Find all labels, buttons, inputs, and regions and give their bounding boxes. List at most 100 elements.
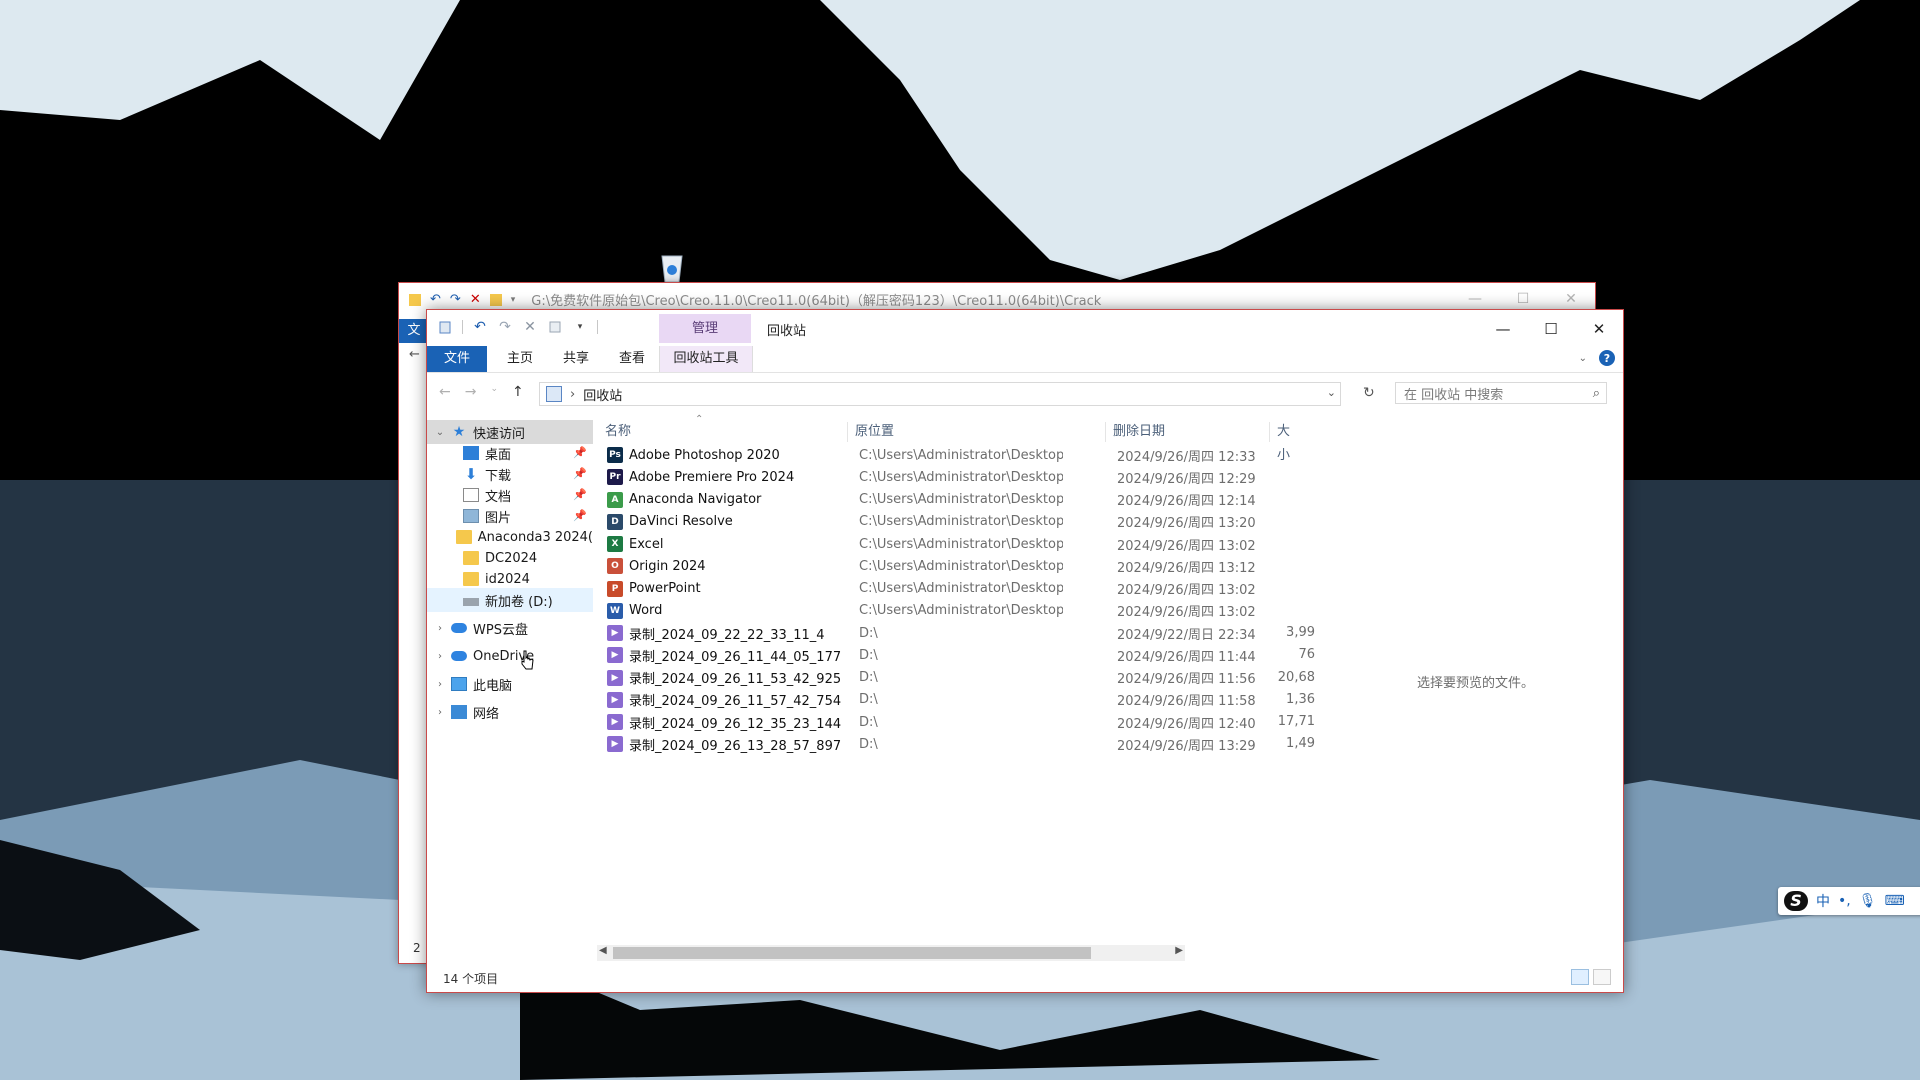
file-name[interactable]: ▶ 录制_2024_09_26_12_35_23_144: [607, 713, 845, 732]
scrollbar-thumb[interactable]: [613, 947, 1091, 959]
column-divider[interactable]: [1105, 422, 1106, 442]
address-bar[interactable]: › 回收站 ⌄: [539, 382, 1341, 406]
column-header-name[interactable]: 名称: [605, 420, 631, 444]
microphone-icon[interactable]: 🎙: [1859, 893, 1877, 909]
help-icon[interactable]: ?: [1599, 350, 1615, 366]
file-name[interactable]: D DaVinci Resolve: [607, 513, 845, 530]
column-header-location[interactable]: 原位置: [855, 420, 894, 444]
tab-file[interactable]: 文件: [427, 346, 487, 372]
column-header-size[interactable]: 大小: [1277, 420, 1290, 463]
recycle-bin-desktop-icon[interactable]: [658, 250, 686, 284]
nav-drive-d[interactable]: 新加卷 (D:): [427, 588, 593, 612]
minimize-button[interactable]: —: [1479, 310, 1527, 347]
up-arrow-icon[interactable]: ↑: [512, 384, 524, 400]
nav-wps-cloud[interactable]: › WPS云盘: [427, 616, 593, 640]
collapse-chevron-icon[interactable]: ⌄: [433, 427, 447, 438]
expand-chevron-icon[interactable]: ›: [433, 707, 447, 718]
file-name[interactable]: ▶ 录制_2024_09_26_11_53_42_925: [607, 668, 845, 687]
manage-context-tab[interactable]: 管理: [659, 314, 751, 343]
back-arrow-icon[interactable]: ←: [439, 384, 451, 400]
file-name-text: 录制_2024_09_22_22_33_11_4: [629, 627, 825, 643]
tab-share[interactable]: 共享: [553, 346, 599, 372]
search-icon[interactable]: ⌕: [1593, 386, 1600, 401]
nav-this-pc[interactable]: › 此电脑: [427, 672, 593, 696]
maximize-button[interactable]: ☐: [1527, 310, 1575, 347]
tab-home[interactable]: 主页: [497, 346, 543, 372]
file-original-location: C:\Users\Administrator\Desktop: [859, 603, 1063, 619]
customize-toolbar-icon[interactable]: ▾: [572, 319, 588, 335]
pin-icon[interactable]: 📌: [573, 509, 587, 522]
expand-chevron-icon[interactable]: ›: [433, 651, 447, 662]
large-icons-view-icon[interactable]: [1593, 969, 1611, 985]
dropdown-icon[interactable]: ▾: [511, 295, 516, 305]
new-folder-icon[interactable]: [489, 293, 502, 306]
file-row[interactable]: A Anaconda Navigator C:\Users\Administrato…: [607, 489, 1256, 511]
file-row[interactable]: ▶ 录制_2024_09_26_11_57_42_754 D:\ 2024/9/26/…: [607, 689, 1256, 711]
file-row[interactable]: ▶ 录制_2024_09_26_12_35_23_144 D:\ 2024/9/26/…: [607, 711, 1256, 733]
expand-chevron-icon[interactable]: ›: [433, 623, 447, 634]
file-row[interactable]: ▶ 录制_2024_09_26_13_28_57_897 D:\ 2024/9/26/…: [607, 733, 1256, 755]
delete-icon[interactable]: ✕: [522, 319, 538, 335]
scroll-right-icon[interactable]: ▶: [1175, 945, 1183, 956]
ime-mode[interactable]: 中: [1816, 891, 1830, 911]
undo-icon[interactable]: ↶: [430, 292, 441, 307]
file-row[interactable]: Pr Adobe Premiere Pro 2024 C:\Users\Admini…: [607, 466, 1256, 488]
tab-recycle-bin-tools[interactable]: 回收站工具: [659, 346, 753, 372]
column-header-date[interactable]: 删除日期: [1113, 420, 1165, 444]
file-name[interactable]: ▶ 录制_2024_09_26_11_57_42_754: [607, 690, 845, 709]
file-row[interactable]: X Excel C:\Users\Administrator\Desktop 2024…: [607, 533, 1256, 555]
nav-onedrive[interactable]: › OneDrive: [427, 644, 593, 668]
breadcrumb-current[interactable]: 回收站: [583, 385, 622, 404]
ime-toolbar[interactable]: S 中 •, 🎙 ⌨: [1778, 887, 1920, 915]
file-row[interactable]: O Origin 2024 C:\Users\Administrator\Deskt…: [607, 555, 1256, 577]
file-row[interactable]: ▶ 录制_2024_09_22_22_33_11_4 D:\ 2024/9/22/周日…: [607, 622, 1256, 644]
pin-icon[interactable]: 📌: [573, 446, 587, 459]
file-name[interactable]: O Origin 2024: [607, 558, 845, 575]
file-row[interactable]: Ps Adobe Photoshop 2020 C:\Users\Administr…: [607, 444, 1256, 466]
file-name[interactable]: Ps Adobe Photoshop 2020: [607, 447, 845, 463]
file-name[interactable]: A Anaconda Navigator: [607, 491, 845, 508]
file-row[interactable]: D DaVinci Resolve C:\Users\Administrator\D…: [607, 511, 1256, 533]
redo-icon[interactable]: ↷: [497, 319, 513, 335]
file-row[interactable]: ▶ 录制_2024_09_26_11_53_42_925 D:\ 2024/9/26/…: [607, 667, 1256, 689]
search-input[interactable]: 在 回收站 中搜索 ⌕: [1395, 382, 1607, 404]
expand-ribbon-icon[interactable]: ⌄: [1579, 353, 1587, 364]
redo-icon[interactable]: ↷: [450, 292, 461, 307]
file-name[interactable]: X Excel: [607, 536, 845, 552]
keyboard-icon[interactable]: ⌨: [1885, 893, 1905, 909]
file-name[interactable]: Pr Adobe Premiere Pro 2024: [607, 469, 845, 486]
file-name[interactable]: ▶ 录制_2024_09_22_22_33_11_4: [607, 624, 845, 643]
horizontal-scrollbar[interactable]: ◀ ▶: [597, 945, 1185, 961]
file-row[interactable]: P PowerPoint C:\Users\Administrator\Deskto…: [607, 578, 1256, 600]
refresh-icon[interactable]: ↻: [1363, 385, 1375, 401]
properties-icon[interactable]: [547, 319, 563, 335]
column-divider[interactable]: [847, 422, 848, 442]
details-view-icon[interactable]: [1571, 969, 1589, 985]
close-button[interactable]: ✕: [1575, 310, 1623, 347]
preview-pane-message: 选择要预览的文件。: [1417, 676, 1535, 691]
expand-chevron-icon[interactable]: ›: [433, 679, 447, 690]
recent-locations-icon[interactable]: ⌄: [490, 384, 498, 400]
pin-icon[interactable]: 📌: [573, 488, 587, 501]
column-divider[interactable]: [1269, 422, 1270, 442]
forward-arrow-icon[interactable]: →: [465, 384, 477, 400]
file-name[interactable]: P PowerPoint: [607, 580, 845, 597]
file-row[interactable]: ▶ 录制_2024_09_26_11_44_05_177 D:\ 2024/9/26/…: [607, 644, 1256, 666]
scroll-left-icon[interactable]: ◀: [599, 945, 607, 956]
delete-icon[interactable]: ✕: [470, 292, 481, 307]
file-name[interactable]: W Word: [607, 602, 845, 619]
address-dropdown-icon[interactable]: ⌄: [1327, 386, 1336, 399]
pin-icon[interactable]: 📌: [573, 467, 587, 480]
breadcrumb-chevron-icon[interactable]: ›: [570, 387, 575, 402]
file-row[interactable]: W Word C:\Users\Administrator\Desktop 2024/…: [607, 600, 1256, 622]
tab-view[interactable]: 查看: [609, 346, 655, 372]
recycle-bin-window[interactable]: ↶ ↷ ✕ ▾ 管理 回收站 — ☐ ✕ 文件 主页 共享 查看 回收站工具 ⌄…: [426, 309, 1624, 993]
file-name[interactable]: ▶ 录制_2024_09_26_13_28_57_897: [607, 735, 845, 754]
file-name[interactable]: ▶ 录制_2024_09_26_11_44_05_177: [607, 646, 845, 665]
nav-network[interactable]: › 网络: [427, 700, 593, 724]
undo-icon[interactable]: ↶: [472, 319, 488, 335]
file-size: 76: [1298, 647, 1315, 663]
back-file-tab[interactable]: 文: [399, 319, 429, 343]
back-arrow-icon[interactable]: ←: [409, 347, 420, 362]
punctuation-icon[interactable]: •,: [1838, 893, 1851, 909]
